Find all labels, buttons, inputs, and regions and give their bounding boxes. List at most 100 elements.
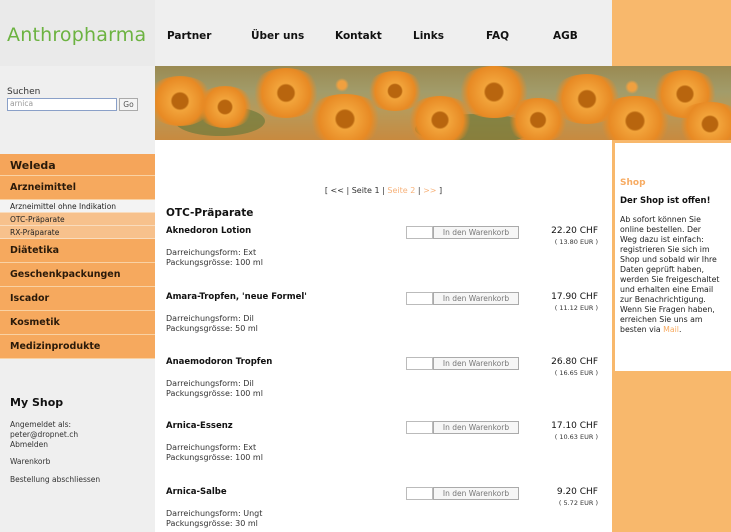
search-label: Suchen (7, 87, 41, 97)
product-row: Anaemodoron Tropfen Darreichungsform: Di… (166, 357, 606, 419)
top-navigation: Partner Über uns Kontakt Links FAQ AGB (155, 0, 612, 66)
nav-kontakt[interactable]: Kontakt (335, 30, 382, 42)
product-form: Darreichungsform: Ext (166, 443, 257, 452)
product-row: Amara-Tropfen, 'neue Formel' Darreichung… (166, 292, 606, 354)
logo[interactable]: Anthropharma (7, 24, 146, 46)
price-chf: 17.90 CHF (551, 292, 598, 302)
left-sidebar: Suchen arnica Go Weleda Arzneimittel Arz… (0, 66, 155, 532)
pager-page-1[interactable]: Seite 1 (352, 186, 380, 195)
pager-next[interactable]: >> (423, 186, 436, 195)
pager-separator: | (415, 186, 424, 195)
shop-text-line: Shop und sobald wir Ihre (620, 255, 717, 264)
shop-text-line: und erhalten eine Email (620, 285, 714, 294)
product-name: Arnica-Salbe (166, 487, 227, 497)
product-size: Packungsgrösse: 100 ml (166, 389, 263, 398)
product-row: Arnica-Essenz Darreichungsform: Ext Pack… (166, 421, 606, 483)
category-menu: Weleda Arzneimittel Arzneimittel ohne In… (0, 154, 155, 359)
add-to-cart-button[interactable]: In den Warenkorb (433, 226, 519, 239)
nav-ueber-uns[interactable]: Über uns (251, 30, 304, 42)
price-chf: 26.80 CHF (551, 357, 598, 367)
price-eur: ( 16.65 EUR ) (554, 369, 598, 377)
shop-text-line: zur Benachrichtigung. (620, 295, 706, 304)
product-form: Darreichungsform: Dil (166, 314, 254, 323)
shop-text-line-last: besten via Mail. (620, 325, 681, 334)
pagination: [ << | Seite 1 | Seite 2 | >> ] (155, 186, 612, 195)
category-geschenkpackungen[interactable]: Geschenkpackungen (0, 263, 155, 287)
nav-partner[interactable]: Partner (167, 30, 211, 42)
product-size: Packungsgrösse: 50 ml (166, 324, 258, 333)
search-input[interactable]: arnica (7, 98, 117, 111)
banner-bud (625, 80, 639, 94)
product-name: Anaemodoron Tropfen (166, 357, 273, 367)
shop-info-box: Shop Der Shop ist offen! Ab sofort könne… (615, 143, 731, 371)
quantity-input[interactable] (406, 421, 433, 434)
add-to-cart-button[interactable]: In den Warenkorb (433, 292, 519, 305)
header-accent (612, 0, 731, 66)
category-medizinprodukte[interactable]: Medizinprodukte (0, 335, 155, 359)
product-name: Amara-Tropfen, 'neue Formel' (166, 292, 307, 302)
category-kosmetik[interactable]: Kosmetik (0, 311, 155, 335)
price-eur: ( 13.80 EUR ) (554, 238, 598, 246)
banner-image (155, 66, 731, 140)
price-eur: ( 5.72 EUR ) (558, 499, 598, 507)
shop-text-line: online bestellen. Der (620, 225, 701, 234)
logged-in-label: Angemeldet als: (10, 420, 72, 429)
add-to-cart-button[interactable]: In den Warenkorb (433, 487, 519, 500)
quantity-input[interactable] (406, 487, 433, 500)
price-chf: 22.20 CHF (551, 226, 598, 236)
subcategory-rx-praeparate[interactable]: RX-Präparate (0, 226, 155, 239)
shop-text-line: Wenn Sie Fragen haben, (620, 305, 715, 314)
nav-agb[interactable]: AGB (553, 30, 578, 42)
product-size: Packungsgrösse: 30 ml (166, 519, 258, 528)
pager-open[interactable]: [ << (325, 186, 344, 195)
price-eur: ( 10.63 EUR ) (554, 433, 598, 441)
product-size: Packungsgrösse: 100 ml (166, 453, 263, 462)
product-size: Packungsgrösse: 100 ml (166, 258, 263, 267)
category-heading: Weleda (0, 154, 155, 176)
checkout-link[interactable]: Bestellung abschliessen (10, 475, 100, 484)
category-iscador[interactable]: Iscador (0, 287, 155, 311)
myshop-title: My Shop (10, 396, 64, 409)
price-chf: 17.10 CHF (551, 421, 598, 431)
pager-separator: | (343, 186, 352, 195)
shop-text-prefix: besten via (620, 325, 664, 334)
right-column: Shop Der Shop ist offen! Ab sofort könne… (612, 140, 731, 532)
main-content: [ << | Seite 1 | Seite 2 | >> ] OTC-Präp… (155, 140, 612, 532)
shop-text-suffix: . (678, 325, 682, 334)
banner-flower (195, 86, 255, 128)
add-to-cart-button[interactable]: In den Warenkorb (433, 357, 519, 370)
product-row: Arnica-Salbe Darreichungsform: Ungt Pack… (166, 487, 606, 532)
cart-link[interactable]: Warenkorb (10, 457, 50, 466)
quantity-input[interactable] (406, 357, 433, 370)
subcategory-arzneimittel-ohne-indikation[interactable]: Arzneimittel ohne Indikation (0, 200, 155, 213)
nav-faq[interactable]: FAQ (486, 30, 509, 42)
shop-text-line: Weg dazu ist einfach: (620, 235, 704, 244)
mail-link[interactable]: Mail (663, 325, 679, 334)
category-arzneimittel[interactable]: Arzneimittel (0, 176, 155, 200)
product-name: Aknedoron Lotion (166, 226, 252, 236)
nav-links[interactable]: Links (413, 30, 444, 42)
pager-page-2[interactable]: Seite 2 (387, 186, 415, 195)
section-title: OTC-Präparate (166, 207, 254, 219)
pager-close: ] (436, 186, 443, 195)
product-name: Arnica-Essenz (166, 421, 233, 431)
logo-area: Anthropharma (0, 0, 155, 66)
shop-text-line: werden Sie freigeschaltet (620, 275, 720, 284)
shop-subheading: Der Shop ist offen! (620, 196, 711, 206)
shop-text-line: erreichen Sie uns am (620, 315, 703, 324)
user-email: peter@dropnet.ch (10, 430, 79, 439)
subcategory-otc-praeparate[interactable]: OTC-Präparate (0, 213, 155, 226)
product-row: Aknedoron Lotion Darreichungsform: Ext P… (166, 226, 606, 288)
quantity-input[interactable] (406, 226, 433, 239)
product-form: Darreichungsform: Dil (166, 379, 254, 388)
add-to-cart-button[interactable]: In den Warenkorb (433, 421, 519, 434)
shop-text-line: Daten geprüft haben, (620, 265, 704, 274)
search-go-button[interactable]: Go (119, 98, 138, 111)
price-chf: 9.20 CHF (556, 487, 598, 497)
banner-bud (335, 78, 349, 92)
category-diaetetika[interactable]: Diätetika (0, 239, 155, 263)
shop-heading: Shop (620, 178, 646, 188)
quantity-input[interactable] (406, 292, 433, 305)
logout-link[interactable]: Abmelden (10, 440, 48, 449)
product-form: Darreichungsform: Ext (166, 248, 257, 257)
